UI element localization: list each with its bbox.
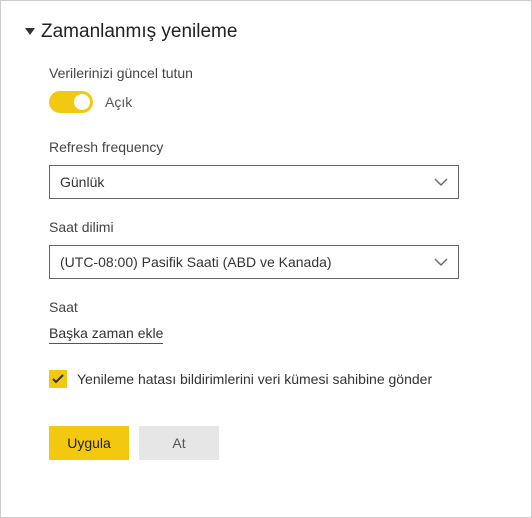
add-time-link[interactable]: Başka zaman ekle [49, 325, 163, 344]
notify-label: Yenileme hatası bildirimlerini veri küme… [77, 371, 432, 387]
caret-down-icon [25, 28, 35, 35]
time-label: Saat [49, 299, 507, 315]
section-header[interactable]: Zamanlanmış yenileme [25, 21, 507, 43]
keep-data-toggle-row: Açık [49, 91, 507, 113]
apply-button[interactable]: Uygula [49, 426, 129, 460]
timezone-group: Saat dilimi (UTC-08:00) Pasifik Saati (A… [49, 219, 507, 279]
scheduled-refresh-panel: Zamanlanmış yenileme Verilerinizi güncel… [0, 0, 532, 518]
toggle-knob [74, 94, 90, 110]
timezone-select[interactable]: (UTC-08:00) Pasifik Saati (ABD ve Kanada… [49, 245, 459, 279]
keep-data-toggle[interactable] [49, 91, 93, 113]
timezone-label: Saat dilimi [49, 219, 507, 235]
discard-button[interactable]: At [139, 426, 219, 460]
time-group: Saat Başka zaman ekle [49, 299, 507, 344]
button-row: Uygula At [49, 426, 507, 460]
notify-checkbox[interactable] [49, 370, 67, 388]
section-content: Verilerinizi güncel tutun Açık Refresh f… [25, 65, 507, 460]
chevron-down-icon [434, 178, 448, 186]
frequency-label: Refresh frequency [49, 139, 507, 155]
frequency-group: Refresh frequency Günlük [49, 139, 507, 199]
check-icon [52, 374, 64, 384]
chevron-down-icon [434, 258, 448, 266]
notify-row: Yenileme hatası bildirimlerini veri küme… [49, 370, 507, 388]
timezone-value: (UTC-08:00) Pasifik Saati (ABD ve Kanada… [60, 254, 332, 270]
section-title: Zamanlanmış yenileme [41, 21, 237, 43]
keep-data-label: Verilerinizi güncel tutun [49, 65, 507, 81]
toggle-state-label: Açık [105, 94, 132, 110]
frequency-select[interactable]: Günlük [49, 165, 459, 199]
frequency-value: Günlük [60, 174, 104, 190]
